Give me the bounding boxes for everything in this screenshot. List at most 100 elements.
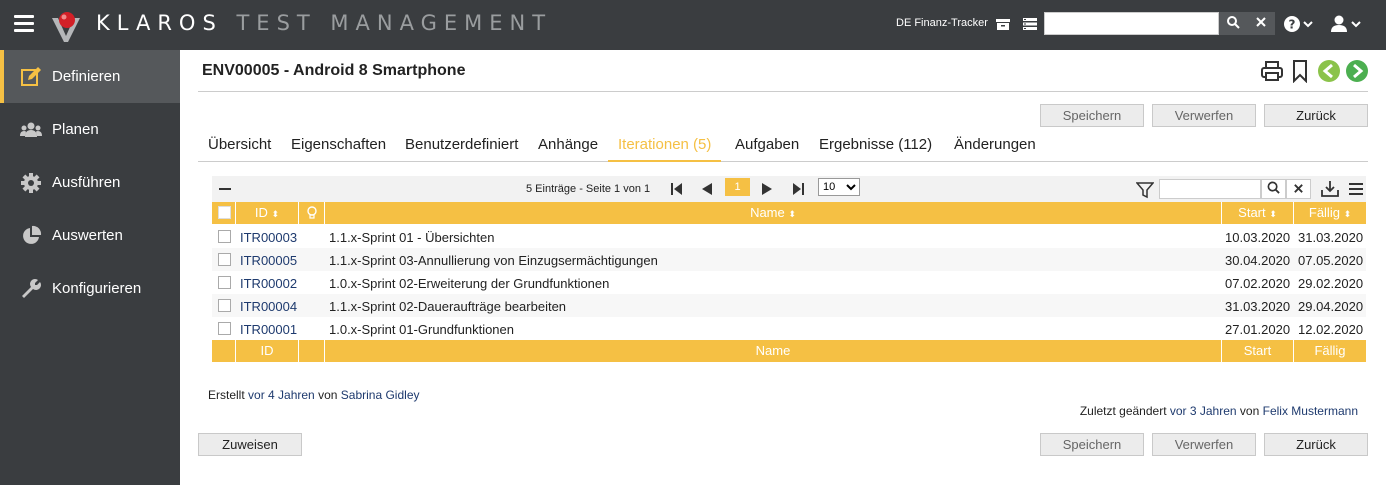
- save-button[interactable]: Speichern: [1040, 104, 1144, 127]
- column-label: Fällig: [1308, 205, 1340, 220]
- print-icon[interactable]: [1260, 59, 1284, 83]
- brand-main: KLAROS: [96, 11, 223, 35]
- tab-eigenschaften[interactable]: Eigenschaften: [281, 136, 396, 162]
- divider: [198, 91, 1368, 92]
- collapse-icon[interactable]: [218, 182, 232, 196]
- sort-icon: ⬍: [1269, 209, 1277, 219]
- user-menu-icon[interactable]: [1330, 15, 1362, 33]
- row-id-link[interactable]: ITR00002: [240, 276, 297, 291]
- row-checkbox[interactable]: [218, 299, 231, 312]
- changed-by-link[interactable]: Felix Mustermann: [1263, 404, 1358, 418]
- tab-benutzerdefiniert[interactable]: Benutzerdefiniert: [395, 136, 528, 162]
- changed-prefix: Zuletzt geändert: [1079, 404, 1167, 418]
- next-page-icon[interactable]: [758, 180, 776, 198]
- table-filter-input[interactable]: [1159, 179, 1261, 199]
- tab-iterationen[interactable]: Iterationen (5): [608, 136, 722, 162]
- row-checkbox[interactable]: [218, 322, 231, 335]
- global-search-input[interactable]: [1044, 12, 1219, 35]
- sidebar-item-ausfuehren[interactable]: Ausführen: [0, 156, 180, 209]
- wrench-icon: [22, 279, 41, 298]
- row-id-link[interactable]: ITR00001: [240, 322, 297, 337]
- previous-page-icon[interactable]: [698, 180, 716, 198]
- table-row[interactable]: ITR00005 1.1.x-Sprint 03-Annullierung vo…: [212, 248, 1366, 271]
- last-page-icon[interactable]: [789, 180, 807, 198]
- tab-uebersicht[interactable]: Übersicht: [198, 136, 281, 162]
- back-button[interactable]: Zurück: [1264, 104, 1368, 127]
- list-view-icon[interactable]: [1021, 15, 1039, 33]
- row-id-link[interactable]: ITR00004: [240, 299, 297, 314]
- sidebar-item-definieren[interactable]: Definieren: [0, 50, 180, 103]
- project-selector[interactable]: DE Finanz-Tracker: [896, 17, 988, 29]
- table-toolbar: 5 Einträge - Seite 1 von 1 1 10: [212, 176, 1366, 202]
- sidebar-item-konfigurieren[interactable]: Konfigurieren: [0, 262, 180, 315]
- bookmark-icon[interactable]: [1288, 59, 1312, 83]
- column-header-due[interactable]: Fällig ⬍: [1294, 202, 1366, 224]
- sort-icon: ⬍: [1343, 209, 1352, 219]
- table-row[interactable]: ITR00004 1.1.x-Sprint 02-Daueraufträge b…: [212, 294, 1366, 317]
- assign-button[interactable]: Zuweisen: [198, 433, 302, 456]
- row-checkbox[interactable]: [218, 276, 231, 289]
- tab-ergebnisse[interactable]: Ergebnisse (112): [809, 136, 942, 162]
- column-label: Name: [750, 205, 785, 220]
- row-name: 1.0.x-Sprint 01-Grundfunktionen: [329, 322, 514, 337]
- table-row[interactable]: ITR00003 1.1.x-Sprint 01 - Übersichten 1…: [212, 225, 1366, 248]
- discard-button-bottom[interactable]: Verwerfen: [1152, 433, 1256, 456]
- sidebar-item-auswerten[interactable]: Auswerten: [0, 209, 180, 262]
- gear-icon: [21, 173, 41, 193]
- brand-title: KLAROS TEST MANAGEMENT: [96, 11, 552, 35]
- tab-aufgaben[interactable]: Aufgaben: [725, 136, 809, 162]
- row-name: 1.1.x-Sprint 02-Daueraufträge bearbeiten: [329, 299, 567, 314]
- row-start: 31.03.2020: [1225, 299, 1291, 314]
- help-menu-icon[interactable]: ?: [1283, 15, 1313, 33]
- sidebar-item-label: Ausführen: [52, 174, 121, 191]
- created-by-link[interactable]: Sabrina Gidley: [341, 388, 420, 402]
- first-page-icon[interactable]: [668, 180, 686, 198]
- table-row[interactable]: ITR00001 1.0.x-Sprint 01-Grundfunktionen…: [212, 317, 1366, 340]
- row-id-link[interactable]: ITR00003: [240, 230, 297, 245]
- back-button-bottom[interactable]: Zurück: [1264, 433, 1368, 456]
- table-filter-search-button[interactable]: [1261, 179, 1286, 199]
- pie-chart-icon: [23, 225, 42, 244]
- previous-arrow-icon[interactable]: [1317, 59, 1341, 83]
- row-checkbox[interactable]: [218, 253, 231, 266]
- menu-icon[interactable]: [14, 15, 34, 33]
- column-header-id[interactable]: ID ⬍: [236, 202, 299, 224]
- table-row[interactable]: ITR00002 1.0.x-Sprint 02-Erweiterung der…: [212, 271, 1366, 294]
- page-size-select[interactable]: 10: [818, 178, 860, 196]
- next-arrow-icon[interactable]: [1345, 59, 1369, 83]
- select-all-cell: [212, 202, 236, 224]
- current-page[interactable]: 1: [725, 178, 750, 196]
- column-header-name[interactable]: Name ⬍: [325, 202, 1222, 224]
- global-search-clear-button[interactable]: [1247, 12, 1275, 35]
- top-bar: KLAROS TEST MANAGEMENT DE Finanz-Tracker…: [0, 0, 1386, 50]
- global-search-button[interactable]: [1219, 12, 1247, 35]
- row-due: 31.03.2020: [1298, 230, 1364, 245]
- row-start: 07.02.2020: [1225, 276, 1291, 291]
- save-button-bottom[interactable]: Speichern: [1040, 433, 1144, 456]
- archive-icon[interactable]: [994, 15, 1012, 33]
- created-time-link[interactable]: vor 4 Jahren: [248, 388, 315, 402]
- table-filter-clear-button[interactable]: [1286, 179, 1311, 199]
- column-header-start[interactable]: Start ⬍: [1222, 202, 1294, 224]
- footer-cell: [212, 340, 236, 362]
- column-label: Start: [1238, 205, 1266, 220]
- main-content: ENV00005 - Android 8 Smartphone Speicher…: [180, 50, 1386, 485]
- sidebar: Definieren Planen Ausführen Auswerten Ko…: [0, 50, 180, 485]
- footer-start: Start: [1222, 340, 1294, 362]
- column-header-lightbulb[interactable]: [299, 202, 325, 224]
- filter-icon[interactable]: [1136, 181, 1154, 199]
- row-id-link[interactable]: ITR00005: [240, 253, 297, 268]
- tab-aenderungen[interactable]: Änderungen: [944, 136, 1046, 162]
- tab-anhaenge[interactable]: Anhänge: [528, 136, 608, 162]
- sidebar-item-planen[interactable]: Planen: [0, 103, 180, 156]
- select-all-checkbox[interactable]: [218, 206, 231, 219]
- close-icon: [1294, 183, 1303, 193]
- klaros-logo-icon: [52, 12, 80, 42]
- table-info: 5 Einträge - Seite 1 von 1: [526, 183, 651, 195]
- row-checkbox[interactable]: [218, 230, 231, 243]
- discard-button[interactable]: Verwerfen: [1152, 104, 1256, 127]
- export-icon[interactable]: [1320, 180, 1340, 198]
- column-menu-icon[interactable]: [1348, 181, 1364, 197]
- changed-time-link[interactable]: vor 3 Jahren: [1170, 404, 1237, 418]
- sidebar-item-label: Definieren: [52, 68, 121, 85]
